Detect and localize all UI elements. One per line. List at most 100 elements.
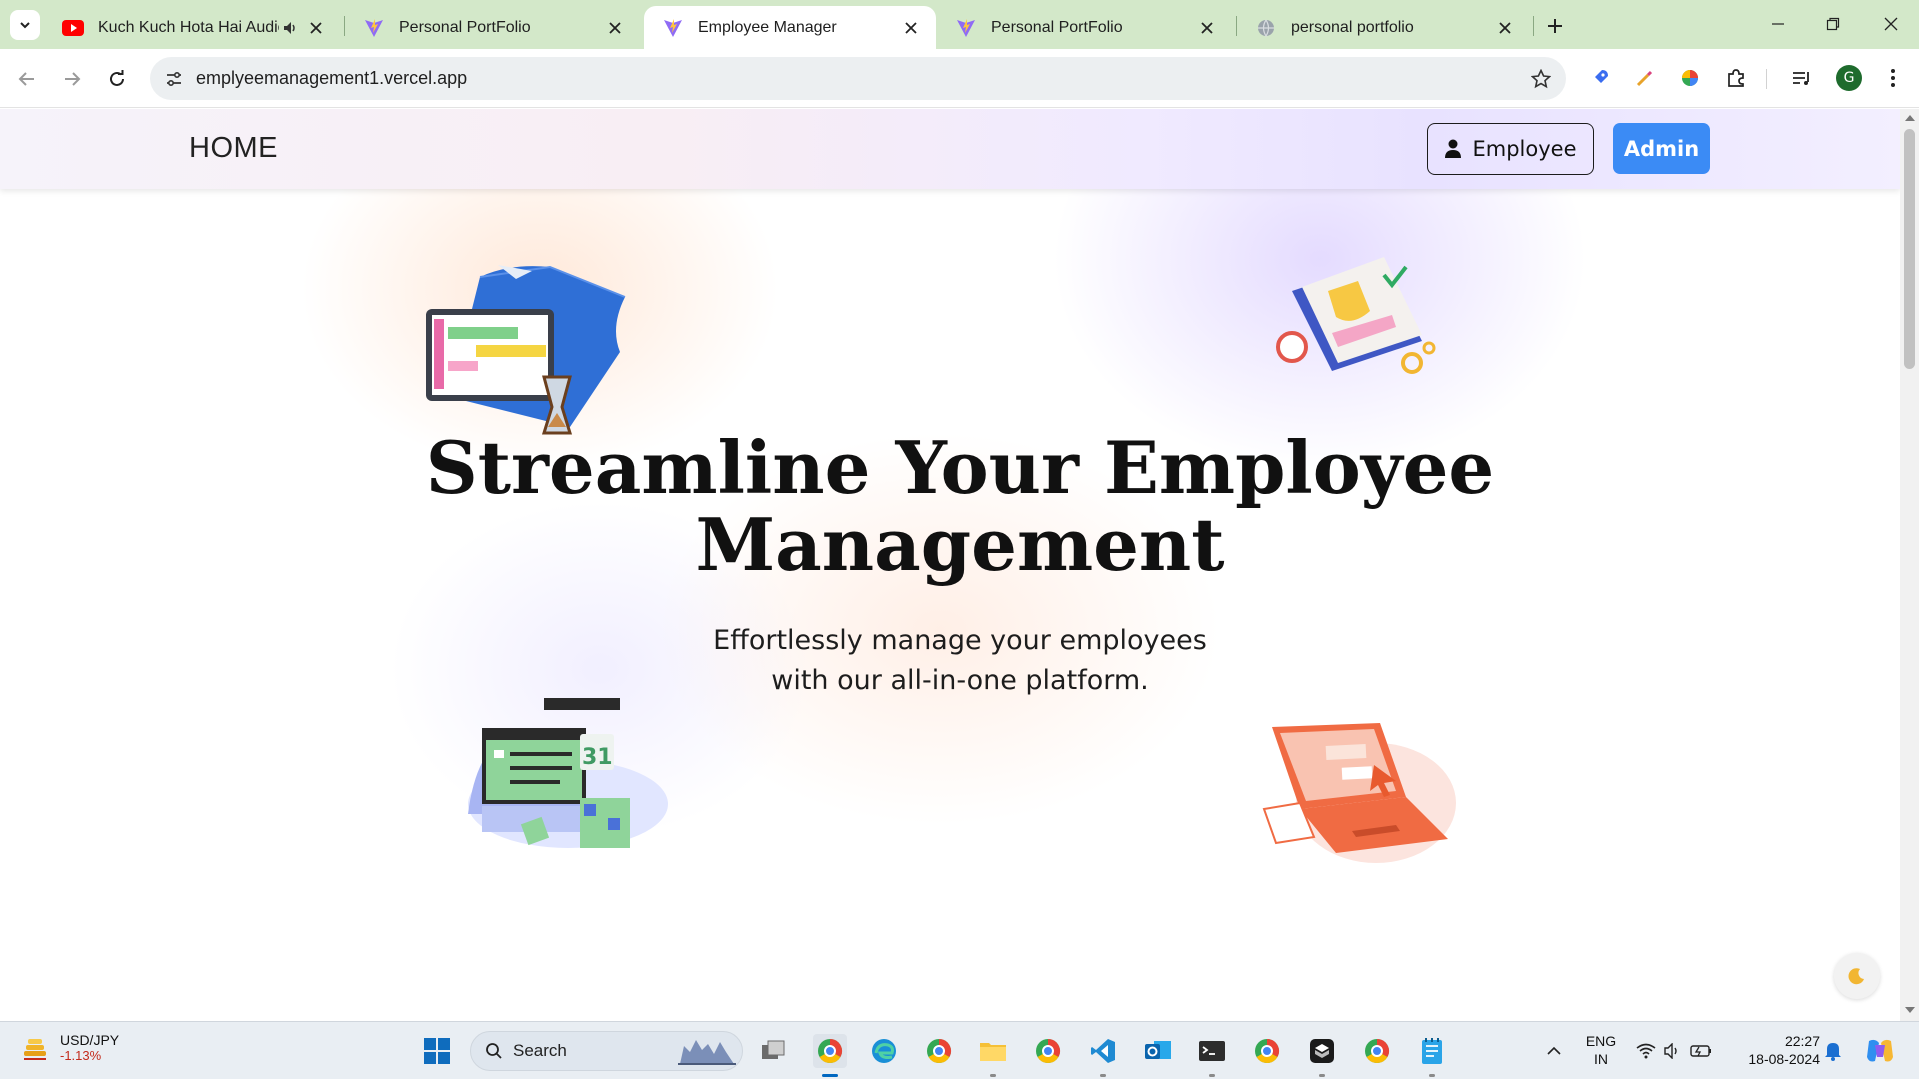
url-text: emplyeemanagement1.vercel.app: [196, 68, 468, 88]
tab-youtube[interactable]: Kuch Kuch Hota Hai Audio: [44, 6, 341, 49]
chrome-profile-2-icon[interactable]: [1250, 1034, 1284, 1068]
extensions-puzzle-icon[interactable]: [1722, 64, 1750, 92]
language-line2: IN: [1594, 1051, 1608, 1067]
vscode-icon[interactable]: [1086, 1034, 1120, 1068]
terminal-icon[interactable]: [1195, 1034, 1229, 1068]
chrome-icon[interactable]: [922, 1034, 956, 1068]
tab-personal-portfolio[interactable]: Personal PortFolio: [345, 6, 640, 49]
close-icon[interactable]: [604, 17, 626, 39]
scroll-up-arrow[interactable]: [1905, 115, 1915, 121]
hero-subtitle-line2: with our all-in-one platform.: [771, 665, 1149, 696]
new-tab-button[interactable]: [1541, 12, 1569, 40]
hero-subtitle: Effortlessly manage your employees with …: [660, 621, 1260, 701]
edge-icon[interactable]: [867, 1034, 901, 1068]
show-hidden-icons-button[interactable]: [1536, 1034, 1572, 1068]
windows-start-button[interactable]: [420, 1034, 454, 1068]
chrome-profile-3-icon[interactable]: [1360, 1034, 1394, 1068]
quick-settings-button[interactable]: [1632, 1034, 1716, 1068]
scroll-down-arrow[interactable]: [1905, 1007, 1915, 1013]
close-icon[interactable]: [900, 17, 922, 39]
currency-widget[interactable]: USD/JPY -1.13%: [20, 1032, 119, 1063]
web-page: HOME Employee Admin 31 Streamline Your E…: [0, 109, 1900, 1021]
person-icon: [1445, 139, 1462, 158]
close-icon[interactable]: [1196, 17, 1218, 39]
restore-button[interactable]: [1810, 8, 1856, 40]
tab-title: Employee Manager: [698, 18, 837, 36]
arrow-right-icon: [65, 72, 81, 86]
address-bar[interactable]: emplyeemanagement1.vercel.app: [150, 57, 1566, 100]
widget-value: -1.13%: [60, 1048, 102, 1063]
speaker-icon[interactable]: [279, 17, 301, 39]
employee-button-label: Employee: [1472, 137, 1577, 161]
app-indicator: [1100, 1074, 1106, 1077]
reload-icon: [110, 70, 124, 86]
search-highlight-icon: [678, 1040, 736, 1065]
tab-title: Personal PortFolio: [399, 18, 531, 36]
tab-personal-portfolio-2[interactable]: Personal PortFolio: [937, 6, 1232, 49]
globe-icon: [1255, 17, 1277, 39]
color-picker-extension-icon[interactable]: [1631, 64, 1659, 92]
rocket-extension-icon[interactable]: [1586, 64, 1614, 92]
youtube-icon: [62, 17, 84, 39]
task-view-icon[interactable]: [756, 1034, 790, 1068]
site-settings-icon[interactable]: [160, 65, 188, 93]
browser-menu-icon[interactable]: [1879, 64, 1907, 92]
file-explorer-icon[interactable]: [976, 1034, 1010, 1068]
employee-button[interactable]: Employee: [1427, 123, 1594, 175]
app-indicator: [990, 1074, 996, 1077]
hero-title: Streamline Your Employee Management: [360, 429, 1560, 583]
language-indicator[interactable]: ENG IN: [1580, 1032, 1622, 1068]
app-indicator: [1429, 1074, 1435, 1077]
tab-separator: [1533, 16, 1534, 36]
notepad-icon[interactable]: [1415, 1034, 1449, 1068]
admin-button[interactable]: Admin: [1613, 123, 1710, 174]
search-icon: [486, 1043, 502, 1059]
copilot-icon[interactable]: [1860, 1034, 1900, 1068]
reload-button[interactable]: [101, 63, 133, 95]
scroll-thumb[interactable]: [1904, 129, 1915, 369]
color-wheel-extension-icon[interactable]: [1676, 64, 1704, 92]
bookmark-star-icon[interactable]: [1528, 66, 1554, 92]
arrow-left-icon: [18, 72, 34, 86]
home-link[interactable]: HOME: [189, 132, 278, 165]
clock-time: 22:27: [1784, 1033, 1820, 1049]
close-window-button[interactable]: [1868, 8, 1914, 40]
forward-button[interactable]: [56, 63, 88, 95]
moon-icon: [1848, 968, 1864, 985]
tab-search-button[interactable]: [10, 10, 40, 40]
search-label: Search: [513, 1041, 567, 1060]
close-icon: [1884, 17, 1898, 31]
media-control-icon[interactable]: [1787, 64, 1815, 92]
close-icon[interactable]: [1494, 17, 1516, 39]
profile-avatar[interactable]: G: [1836, 65, 1862, 91]
app-indicator: [1209, 1074, 1215, 1077]
notification-bell-icon[interactable]: [1818, 1034, 1848, 1068]
minimize-button[interactable]: [1755, 8, 1801, 40]
tab-title: Kuch Kuch Hota Hai Audio: [98, 18, 279, 36]
page-scrollbar[interactable]: [1900, 109, 1919, 1021]
browser-tab-strip: Kuch Kuch Hota Hai Audio Personal PortFo…: [0, 0, 1919, 49]
chrome-profile-icon[interactable]: [1031, 1034, 1065, 1068]
hero-subtitle-line1: Effortlessly manage your employees: [713, 625, 1207, 656]
app-cube-icon[interactable]: [1305, 1034, 1339, 1068]
calendar-checklist-illustration: [1276, 257, 1436, 374]
back-button[interactable]: [11, 63, 43, 95]
laptop-illustration: [1262, 723, 1456, 863]
theme-toggle-button[interactable]: [1834, 953, 1880, 999]
chrome-active-taskbar-icon[interactable]: [813, 1034, 847, 1068]
app-indicator: [1319, 1074, 1325, 1077]
tab-title: personal portfolio: [1291, 18, 1414, 36]
tab-personal-portfolio-3[interactable]: personal portfolio: [1237, 6, 1530, 49]
vite-icon: [955, 17, 977, 39]
schedule-window-illustration: 31: [468, 698, 668, 848]
outlook-icon[interactable]: [1141, 1034, 1175, 1068]
tab-employee-manager[interactable]: Employee Manager: [644, 6, 936, 49]
clock[interactable]: 22:27 18-08-2024: [1730, 1032, 1820, 1068]
taskbar-search[interactable]: Search: [470, 1031, 743, 1071]
language-line1: ENG: [1585, 1033, 1617, 1049]
calendar-day-number: 31: [582, 745, 613, 770]
close-icon[interactable]: [305, 17, 327, 39]
vite-icon: [363, 17, 385, 39]
minimize-icon: [1772, 23, 1784, 25]
restore-icon: [1826, 17, 1840, 31]
